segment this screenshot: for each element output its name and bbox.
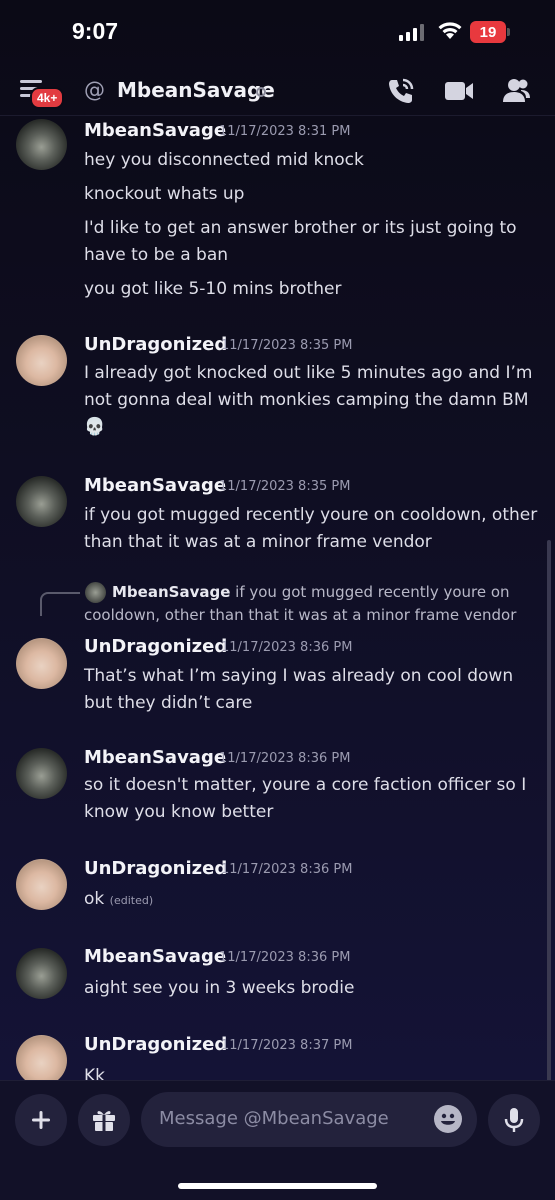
reply-connector xyxy=(40,592,80,616)
avatar[interactable] xyxy=(16,119,67,170)
message-input[interactable]: Message @MbeanSavage xyxy=(141,1092,477,1147)
avatar[interactable] xyxy=(16,859,67,910)
reply-author: MbeanSavage xyxy=(112,583,231,601)
message-timestamp: 11/17/2023 8:36 PM xyxy=(219,950,351,965)
message-timestamp: 11/17/2023 8:37 PM xyxy=(221,1038,353,1053)
members-icon[interactable] xyxy=(501,77,531,105)
message-body: ok xyxy=(84,889,105,909)
message-author[interactable]: MbeanSavage xyxy=(84,747,226,768)
message-timestamp: 11/17/2023 8:36 PM xyxy=(221,640,353,655)
message-composer: Message @MbeanSavage xyxy=(0,1080,555,1200)
message-timestamp: 11/17/2023 8:36 PM xyxy=(221,862,353,877)
plus-icon xyxy=(32,1111,50,1129)
battery-level: 19 xyxy=(479,23,497,41)
unread-badge: 4k+ xyxy=(30,87,65,109)
offline-status-icon xyxy=(256,87,266,97)
message-text[interactable]: you got like 5-10 mins brother xyxy=(84,276,544,303)
status-time: 9:07 xyxy=(72,18,119,44)
plus-button[interactable] xyxy=(15,1094,67,1146)
channel-name[interactable]: MbeanSavage xyxy=(117,78,275,102)
home-indicator[interactable] xyxy=(178,1183,377,1189)
message-placeholder: Message @MbeanSavage xyxy=(159,1108,389,1129)
emoji-icon[interactable] xyxy=(434,1105,462,1133)
gift-icon xyxy=(93,1111,115,1131)
message-text[interactable]: knockout whats up xyxy=(84,181,544,208)
avatar[interactable] xyxy=(16,638,67,689)
reply-preview[interactable]: MbeanSavage if you got mugged recently y… xyxy=(84,581,544,627)
avatar[interactable] xyxy=(16,948,67,999)
message-text[interactable]: I already got knocked out like 5 minutes… xyxy=(84,360,544,441)
avatar[interactable] xyxy=(16,1035,67,1080)
message-author[interactable]: MbeanSavage xyxy=(84,120,226,141)
message-text[interactable]: ok (edited) xyxy=(84,886,544,914)
message-author[interactable]: UnDragonized xyxy=(84,1034,227,1055)
message-author[interactable]: UnDragonized xyxy=(84,858,227,879)
message-text[interactable]: I'd like to get an answer brother or its… xyxy=(84,215,544,269)
video-icon[interactable] xyxy=(444,80,474,102)
message-timestamp: 11/17/2023 8:31 PM xyxy=(219,124,351,139)
message-text[interactable]: Kk xyxy=(84,1063,544,1080)
battery-icon: 19 xyxy=(470,21,510,43)
scrollbar[interactable] xyxy=(547,540,551,1080)
wifi-icon xyxy=(438,22,462,39)
dm-header: 4k+ @ MbeanSavage xyxy=(0,66,555,116)
cellular-signal-icon xyxy=(399,24,424,41)
phone-icon[interactable] xyxy=(386,76,416,106)
message-author[interactable]: UnDragonized xyxy=(84,334,227,355)
message-author[interactable]: MbeanSavage xyxy=(84,946,226,967)
message-timestamp: 11/17/2023 8:35 PM xyxy=(221,338,353,353)
microphone-button[interactable] xyxy=(488,1094,540,1146)
message-author[interactable]: MbeanSavage xyxy=(84,475,226,496)
message-author[interactable]: UnDragonized xyxy=(84,636,227,657)
message-text[interactable]: if you got mugged recently youre on cool… xyxy=(84,502,544,556)
message-list[interactable]: MbeanSavage 11/17/2023 8:31 PM hey you d… xyxy=(0,116,555,1080)
avatar[interactable] xyxy=(16,748,67,799)
message-text[interactable]: aight see you in 3 weeks brodie xyxy=(84,975,544,1002)
at-symbol: @ xyxy=(84,78,105,102)
gift-button[interactable] xyxy=(78,1094,130,1146)
status-bar: 9:07 19 xyxy=(0,0,555,66)
edited-label: (edited) xyxy=(109,894,154,907)
message-timestamp: 11/17/2023 8:36 PM xyxy=(219,751,351,766)
message-text[interactable]: hey you disconnected mid knock xyxy=(84,147,544,174)
message-timestamp: 11/17/2023 8:35 PM xyxy=(219,479,351,494)
avatar[interactable] xyxy=(16,335,67,386)
message-text[interactable]: That’s what I’m saying I was already on … xyxy=(84,663,544,717)
avatar[interactable] xyxy=(16,476,67,527)
microphone-icon xyxy=(504,1108,524,1132)
message-text[interactable]: so it doesn't matter, youre a core facti… xyxy=(84,772,544,826)
